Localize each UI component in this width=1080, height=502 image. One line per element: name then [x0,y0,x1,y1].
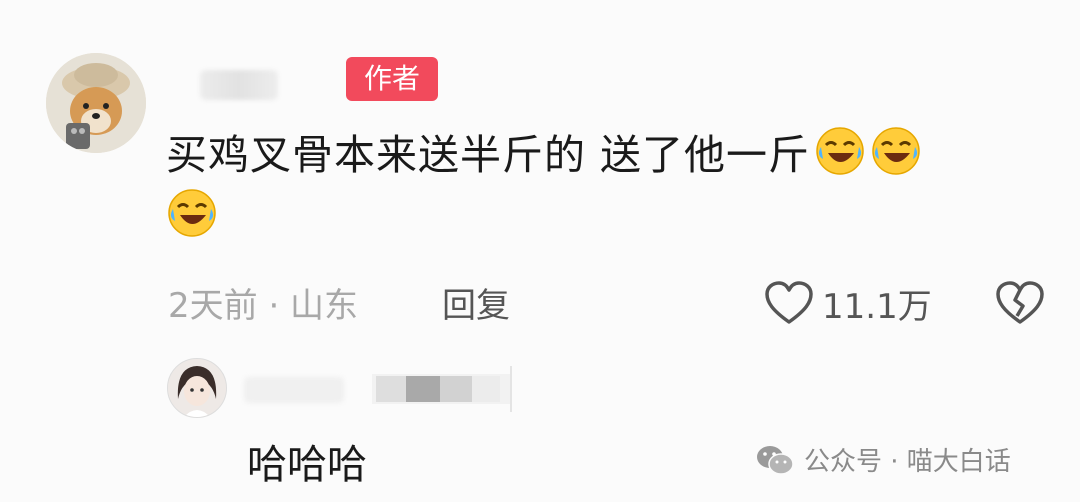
comment-meta: 2天前 · 山东 [168,286,359,326]
dog-avatar-image [46,53,146,153]
avatar[interactable] [46,53,146,153]
broken-heart-icon[interactable] [995,280,1045,326]
comment-text-line: 买鸡叉骨本来送半斤的 送了他一斤 [166,131,811,179]
author-badge: 作者 [346,57,438,101]
comment-text: 买鸡叉骨本来送半斤的 送了他一斤 [166,124,1026,248]
laughing-crying-emoji-icon [168,189,216,237]
watermark: 公众号 · 喵大白话 [756,441,1011,478]
anime-girl-avatar-image [168,359,226,417]
watermark-text: 公众号 · 喵大白话 [804,447,1011,477]
like-count: 11.1万 [822,287,932,327]
username-blurred[interactable] [200,70,278,100]
heart-outline-icon[interactable] [764,280,814,326]
wechat-icon [757,445,794,475]
reply-button[interactable]: 回复 [442,278,510,327]
laughing-crying-emoji-icon [872,127,920,175]
reply-username-blurred[interactable] [244,377,344,403]
laughing-crying-emoji-icon [816,127,864,175]
pixelated-redaction [372,366,512,412]
reply-text: 哈哈哈 [247,442,367,488]
reply-avatar[interactable] [167,358,227,418]
